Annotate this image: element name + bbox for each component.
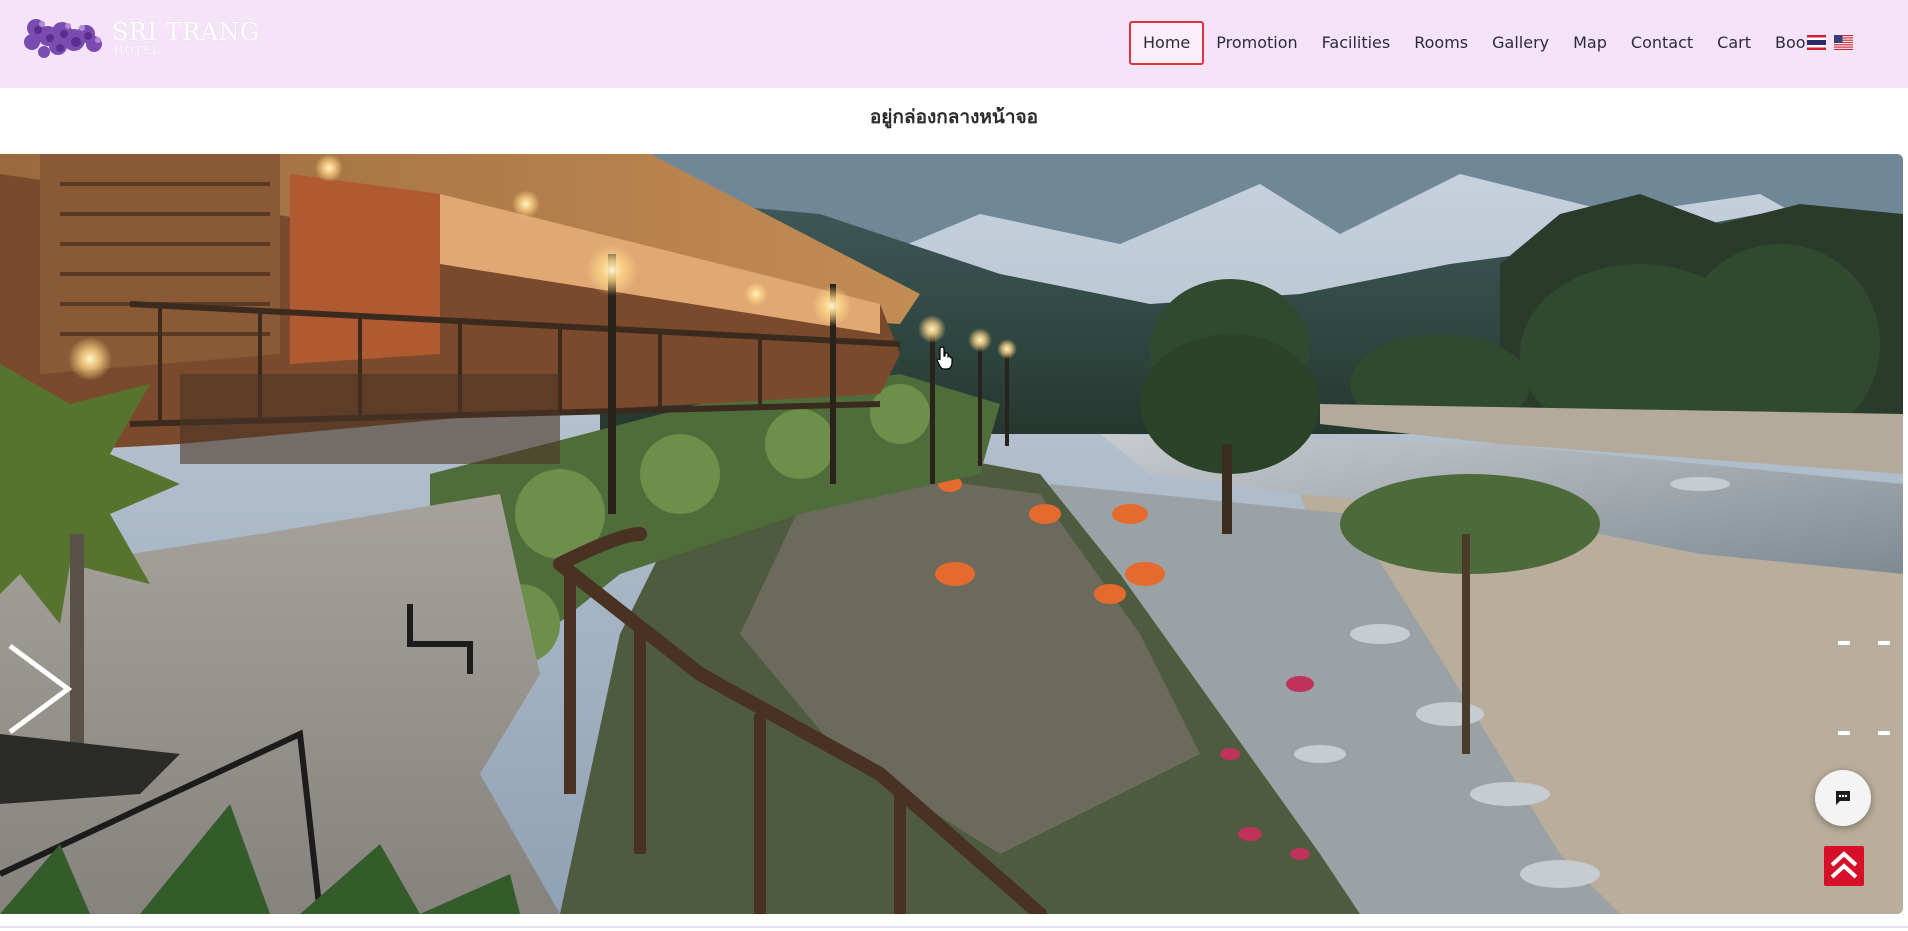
- nav-contact[interactable]: Contact: [1619, 21, 1705, 65]
- th-flag-icon[interactable]: [1807, 35, 1826, 50]
- flower-logo-icon: [24, 19, 102, 58]
- slider-indicator[interactable]: [1838, 641, 1850, 645]
- hand-pointer-icon: [936, 346, 953, 370]
- slider-indicator[interactable]: [1878, 641, 1890, 645]
- nav-gallery[interactable]: Gallery: [1480, 21, 1561, 65]
- nav-promotion[interactable]: Promotion: [1204, 21, 1309, 65]
- chat-button[interactable]: [1815, 770, 1871, 826]
- slider-indicators: [1838, 641, 1890, 645]
- nav-rooms[interactable]: Rooms: [1402, 21, 1480, 65]
- hero-slider: [0, 154, 1903, 914]
- site-header: SRI TRANG HOTEL Home Promotion Facilitie…: [0, 0, 1908, 88]
- slider-indicator[interactable]: [1878, 731, 1890, 735]
- slider-indicators: [1838, 731, 1890, 735]
- brand-subtitle: HOTEL: [114, 44, 161, 57]
- brand-logo[interactable]: SRI TRANG HOTEL: [22, 14, 262, 60]
- nav-map[interactable]: Map: [1561, 21, 1619, 65]
- nav-cart[interactable]: Cart: [1705, 21, 1763, 65]
- resort-riverside-photo: [0, 154, 1903, 914]
- nav-facilities[interactable]: Facilities: [1310, 21, 1403, 65]
- page-caption: อยู่กล่องกลางหน้าจอ: [869, 106, 1039, 128]
- chat-bubble-icon: [1836, 791, 1850, 805]
- us-flag-icon[interactable]: [1834, 35, 1853, 50]
- chevron-right-icon[interactable]: [6, 642, 74, 736]
- back-to-top-button[interactable]: [1824, 846, 1864, 886]
- main-nav: Home Promotion Facilities Rooms Gallery …: [1129, 21, 1827, 65]
- double-chevron-up-icon: [1830, 851, 1858, 879]
- nav-home[interactable]: Home: [1129, 21, 1205, 65]
- brand-name: SRI TRANG: [112, 18, 260, 46]
- slider-indicator[interactable]: [1838, 731, 1850, 735]
- language-switcher: [1807, 35, 1853, 50]
- page-divider: [0, 926, 1908, 928]
